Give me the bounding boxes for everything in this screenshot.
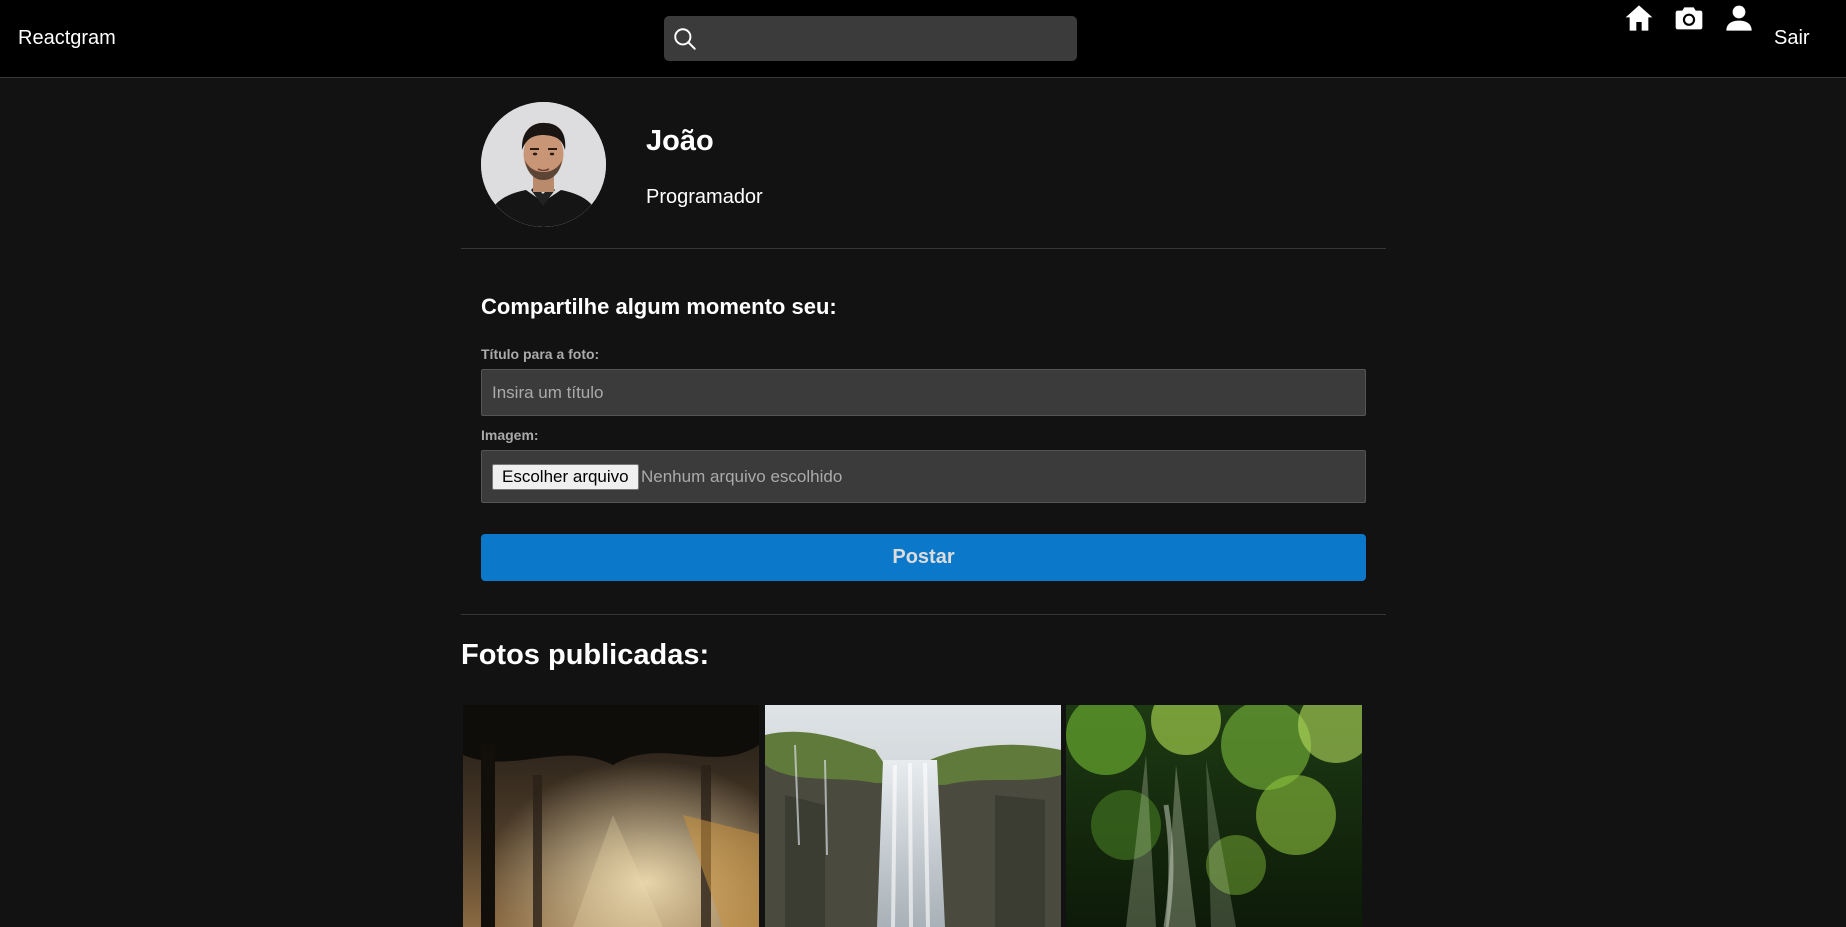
choose-file-button[interactable]: Escolher arquivo <box>492 464 639 490</box>
image-field-label: Imagem: <box>481 427 539 443</box>
photo-item-forest[interactable] <box>463 705 759 927</box>
logout-link[interactable]: Sair <box>1774 27 1810 50</box>
home-icon[interactable] <box>1623 2 1655 34</box>
new-photo-form: Compartilhe algum momento seu: Título pa… <box>461 250 1386 615</box>
search-bar[interactable] <box>664 16 1077 63</box>
title-field-label: Título para a foto: <box>481 346 600 362</box>
brand-logo-link[interactable]: Reactgram <box>18 27 116 50</box>
form-heading: Compartilhe algum momento seu: <box>481 294 837 319</box>
post-button[interactable]: Postar <box>481 534 1366 581</box>
user-icon[interactable] <box>1723 2 1755 34</box>
file-status-text: Nenhum arquivo escolhido <box>641 467 843 486</box>
avatar-image <box>481 102 606 227</box>
forest-photo-image <box>463 705 759 927</box>
waterfall-photo-image <box>765 705 1061 927</box>
search-icon <box>674 28 696 50</box>
photo-item-jungle[interactable] <box>1066 705 1362 927</box>
image-file-input[interactable]: Escolher arquivo Nenhum arquivo escolhid… <box>481 450 1366 503</box>
profile-name: João <box>646 125 714 157</box>
profile-bio: Programador <box>646 186 763 208</box>
photo-title-input[interactable] <box>481 369 1366 416</box>
navbar: Reactgram Sair <box>0 0 1846 78</box>
avatar <box>481 102 606 227</box>
search-input[interactable] <box>706 16 1070 63</box>
camera-icon[interactable] <box>1673 2 1705 34</box>
jungle-photo-image <box>1066 705 1362 927</box>
photos-heading: Fotos publicadas: <box>461 639 710 671</box>
photo-item-waterfall[interactable] <box>765 705 1061 927</box>
profile-header: João Programador <box>461 79 1386 249</box>
